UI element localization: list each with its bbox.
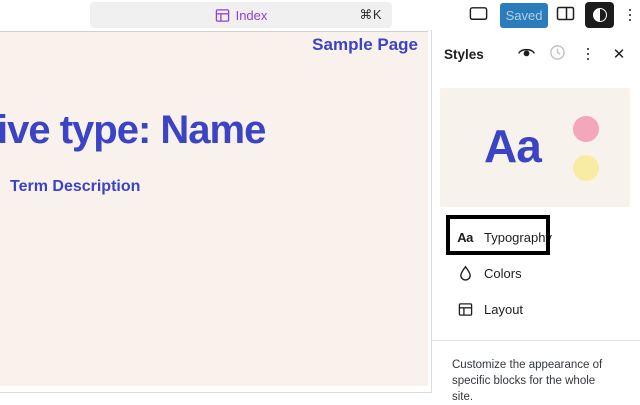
- layout-grid-icon: [456, 302, 474, 317]
- sidebar-toggle-button[interactable]: [552, 6, 578, 24]
- yellow-color-dot: [573, 155, 599, 181]
- editor-canvas[interactable]: Sample Page ive type: Name Term Descript…: [0, 31, 428, 386]
- document-switcher[interactable]: Index ⌘K: [90, 2, 392, 28]
- close-icon: ✕: [613, 47, 626, 62]
- panel-title: Styles: [444, 47, 484, 62]
- panel-footer: Customize the appearance of specific blo…: [432, 340, 640, 405]
- preview-device-button[interactable]: [466, 5, 490, 25]
- color-drop-icon: [456, 265, 474, 281]
- editor-topbar: Index ⌘K Saved: [0, 0, 640, 30]
- typography-aa-icon: Aa: [456, 230, 474, 245]
- styles-preview-card[interactable]: Aa: [440, 88, 630, 207]
- revisions-clock-icon: [549, 44, 566, 64]
- menu-item-colors[interactable]: Colors: [432, 255, 640, 291]
- template-icon: [215, 8, 230, 23]
- styles-menu: Aa Typography Colors Layout: [432, 219, 640, 327]
- styles-panel-header: Styles: [432, 30, 640, 78]
- menu-item-label: Typography: [484, 230, 552, 245]
- keyboard-shortcut: ⌘K: [359, 7, 382, 23]
- laptop-preview-icon: [468, 6, 489, 25]
- styles-panel: Styles: [431, 30, 640, 393]
- menu-item-label: Colors: [484, 266, 522, 281]
- panel-options-button[interactable]: [577, 43, 599, 65]
- menu-item-typography[interactable]: Aa Typography: [432, 219, 640, 255]
- styles-toggle-button[interactable]: [585, 2, 614, 28]
- kebab-menu-icon: [587, 48, 590, 61]
- menu-item-layout[interactable]: Layout: [432, 291, 640, 327]
- style-book-button[interactable]: [515, 43, 537, 65]
- pink-color-dot: [573, 116, 599, 142]
- menu-item-label: Layout: [484, 302, 523, 317]
- preview-aa-text: Aa: [484, 118, 541, 172]
- sidebar-toggle-icon: [556, 6, 575, 24]
- archive-title-heading[interactable]: ive type: Name: [0, 108, 265, 153]
- revisions-button[interactable]: [546, 43, 568, 65]
- close-panel-button[interactable]: ✕: [608, 43, 630, 65]
- kebab-menu-icon: [629, 9, 632, 12]
- sample-page-link[interactable]: Sample Page: [312, 35, 418, 55]
- saved-button[interactable]: Saved: [500, 3, 548, 28]
- term-description-text[interactable]: Term Description: [10, 178, 140, 196]
- contrast-styles-icon: [593, 8, 607, 22]
- options-menu-button[interactable]: [621, 6, 639, 24]
- panel-footer-text: Customize the appearance of specific blo…: [452, 357, 612, 405]
- eye-icon: [517, 46, 536, 62]
- document-title: Index: [236, 8, 268, 23]
